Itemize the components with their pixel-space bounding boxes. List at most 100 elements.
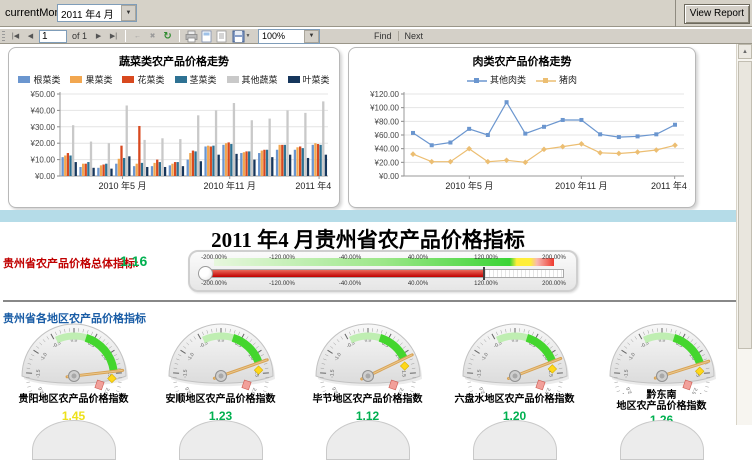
overall-index-label: 贵州省农产品价格总体指标: — [3, 255, 139, 271]
svg-text:2.0: 2.0 — [542, 387, 550, 394]
legend-swatch — [70, 76, 82, 83]
gauge-label: 六盘水地区农产品价格指数 — [441, 394, 588, 405]
toolbar-grip[interactable] — [2, 31, 5, 41]
gauge-color-scale — [214, 258, 554, 266]
gauge-dial: -2.0-1.5-1.0-0.50.00.51.01.52.0 — [599, 314, 725, 394]
svg-text:2011 年4 月: 2011 年4 月 — [651, 180, 690, 191]
next-row-gauge-partial — [179, 420, 263, 460]
view-report-button[interactable]: View Report — [684, 4, 750, 24]
legend-label: 茎菜类 — [190, 73, 217, 86]
chart-title: 肉类农产品价格走势 — [349, 53, 695, 69]
meat-price-chart-panel: 肉类农产品价格走势 其他肉类猪肉 ¥0.00¥20.00¥40.00¥60.00… — [348, 47, 696, 208]
gauge-label: 黔东南 地区农产品价格指数 — [588, 390, 735, 412]
overall-index-thermometer: -200.00%-200.00%-120.00%-120.00%-40.00%-… — [188, 250, 578, 292]
view-report-panel: View Report — [675, 0, 752, 27]
find-next-link[interactable]: Next — [405, 31, 424, 41]
svg-text:-1.5: -1.5 — [623, 369, 630, 378]
next-row-gauge-partial — [473, 420, 557, 460]
svg-text:-2.0: -2.0 — [37, 386, 46, 394]
legend-item: 猪肉 — [536, 73, 577, 86]
toolbar-separator — [179, 30, 180, 42]
last-page-button[interactable]: ▶| — [107, 30, 120, 43]
zoom-combobox[interactable]: 100% ▼ — [258, 29, 320, 44]
gauge-pointer — [483, 267, 485, 280]
legend-label: 果菜类 — [85, 73, 112, 86]
svg-text:¥40.00: ¥40.00 — [30, 106, 56, 115]
back-button[interactable]: ← — [131, 30, 144, 43]
page-number-input[interactable] — [39, 30, 67, 43]
section-divider-band — [0, 210, 736, 222]
bar-series-花菜类 — [67, 126, 319, 176]
legend-swatch — [18, 76, 30, 83]
svg-text:-1.5: -1.5 — [476, 369, 483, 378]
svg-text:-2.0: -2.0 — [478, 386, 487, 394]
chevron-down-icon[interactable]: ▼ — [121, 5, 136, 21]
previous-page-button[interactable]: ◀ — [24, 30, 37, 43]
report-viewer-toolbar: |◀ ◀ of 1 ▶ ▶| ← ✖ ↻ ▼ 100% ▼ Find Next — [0, 28, 752, 44]
gauge-fill — [201, 270, 484, 277]
legend-item: 其他肉类 — [467, 73, 526, 86]
vegetable-bar-chart: ¥0.00¥10.00¥20.00¥30.00¥40.00¥50.002010 … — [14, 88, 334, 206]
gauge-tick-label: 200.00% — [542, 281, 566, 287]
chevron-down-icon[interactable]: ▼ — [304, 30, 319, 43]
gauge-tick-label: -120.00% — [269, 255, 295, 261]
legend-item: 茎菜类 — [175, 73, 217, 86]
region-gauge: -2.0-1.5-1.0-0.50.00.51.01.52.0六盘水地区农产品价… — [441, 314, 588, 425]
svg-text:¥20.00: ¥20.00 — [374, 158, 400, 167]
legend-item: 其他蔬菜 — [227, 73, 278, 86]
current-month-value: 2011 年4 月 — [58, 6, 121, 21]
current-month-dropdown[interactable]: 2011 年4 月 ▼ — [57, 4, 137, 22]
svg-text:-1.5: -1.5 — [182, 369, 189, 378]
next-page-button[interactable]: ▶ — [92, 30, 105, 43]
bar-series-叶菜类 — [75, 154, 327, 176]
gauge-tick-label: -200.00% — [201, 281, 227, 287]
svg-text:¥0.00: ¥0.00 — [378, 172, 400, 181]
legend-swatch — [122, 76, 134, 83]
gauge-tick-label: 40.00% — [408, 255, 428, 261]
page-setup-icon[interactable] — [215, 30, 228, 43]
gauge-bulb — [198, 266, 213, 281]
scroll-up-icon[interactable]: ▲ — [738, 44, 752, 59]
chevron-down-icon[interactable]: ▼ — [246, 33, 251, 39]
chart-legend: 根菜类果菜类花菜类茎菜类其他蔬菜叶菜类 — [9, 73, 339, 86]
legend-label: 叶菜类 — [303, 73, 330, 86]
region-gauge: -2.0-1.5-1.0-0.50.00.51.01.52.0贵阳地区农产品价格… — [0, 314, 147, 425]
gauge-label: 安顺地区农产品价格指数 — [147, 394, 294, 405]
svg-text:2010 年5 月: 2010 年5 月 — [445, 180, 493, 191]
page-count-label: of 1 — [72, 31, 87, 41]
find-link[interactable]: Find — [374, 31, 392, 41]
gauge-tick-label: -40.00% — [339, 255, 361, 261]
legend-swatch — [288, 76, 300, 83]
svg-text:-2.0: -2.0 — [331, 386, 340, 394]
first-page-button[interactable]: |◀ — [9, 30, 22, 43]
region-gauges-row: -2.0-1.5-1.0-0.50.00.51.01.52.0贵阳地区农产品价格… — [0, 314, 736, 425]
refresh-button[interactable]: ↻ — [161, 30, 174, 43]
bar-series-其他蔬菜 — [72, 101, 324, 176]
vertical-scrollbar[interactable]: ▲ — [736, 44, 752, 425]
svg-text:1.5: 1.5 — [400, 370, 406, 377]
export-save-icon[interactable]: ▼ — [230, 30, 252, 43]
chart-legend: 其他肉类 猪肉 — [349, 73, 695, 86]
print-layout-icon[interactable] — [200, 30, 213, 43]
gauge-dial: -2.0-1.5-1.0-0.50.00.51.01.52.0 — [11, 314, 137, 394]
svg-text:2010 年11 月: 2010 年11 月 — [204, 180, 256, 191]
legend-label: 其他肉类 — [490, 73, 526, 86]
svg-text:2010 年5 月: 2010 年5 月 — [99, 180, 147, 191]
svg-text:¥30.00: ¥30.00 — [30, 123, 56, 132]
legend-label: 其他蔬菜 — [242, 73, 278, 86]
legend-label: 猪肉 — [559, 73, 577, 86]
svg-text:¥20.00: ¥20.00 — [30, 139, 56, 148]
stop-button[interactable]: ✖ — [146, 30, 159, 43]
print-icon[interactable] — [185, 30, 198, 43]
svg-text:2011 年4 月: 2011 年4 月 — [295, 180, 334, 191]
gauge-label: 毕节地区农产品价格指数 — [294, 394, 441, 405]
scrollbar-thumb[interactable] — [738, 61, 752, 349]
svg-text:2010 年11 月: 2010 年11 月 — [555, 180, 607, 191]
find-separator — [398, 31, 399, 41]
legend-swatch — [227, 76, 239, 83]
chart-title: 蔬菜类农产品价格走势 — [9, 53, 339, 69]
zoom-value: 100% — [259, 31, 304, 41]
gauge-dial: -2.0-1.5-1.0-0.50.00.51.01.52.0 — [305, 314, 431, 394]
gauge-tick-label: -120.00% — [269, 281, 295, 287]
gauge-tick-label: -200.00% — [201, 255, 227, 261]
